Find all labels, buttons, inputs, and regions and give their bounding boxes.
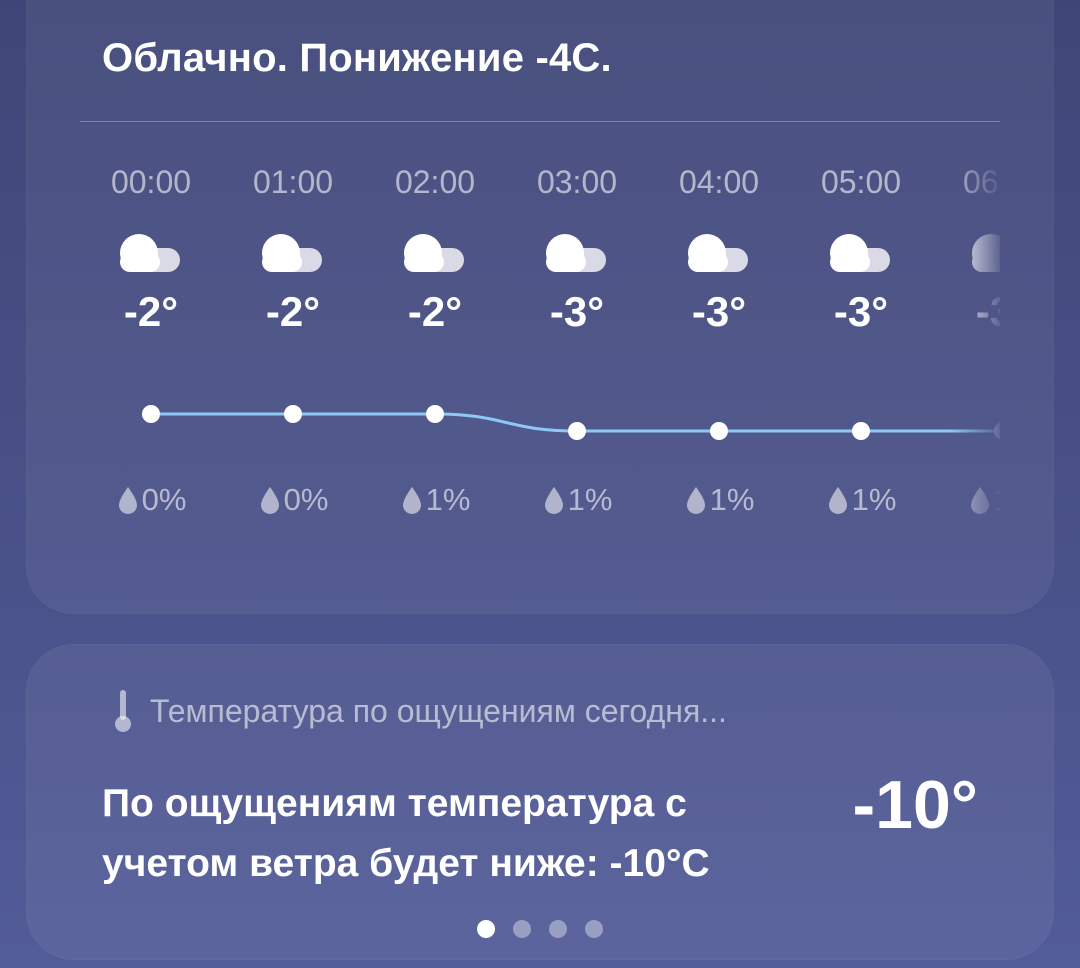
hour-temperature: -3° [975, 288, 1000, 335]
hour-time: 02:00 [394, 164, 476, 200]
hour-precipitation: 1% [932, 482, 1000, 518]
page-indicator[interactable] [26, 920, 1054, 938]
raindrop-icon [970, 487, 989, 514]
cloudy-icon [972, 234, 1000, 272]
cloudy-icon [688, 234, 748, 272]
precipitation-value: 1% [994, 482, 1000, 518]
raindrop-icon [402, 487, 421, 514]
hour-temperature: -2° [265, 288, 321, 335]
hour-column: 04:00 -3° 1% [648, 142, 790, 592]
forecast-summary: Облачно. Понижение -4С. [102, 36, 612, 80]
precipitation-value: 1% [425, 482, 471, 517]
feels-like-header: Температура по ощущениям сегодня... [112, 688, 727, 734]
cloudy-icon [830, 234, 890, 272]
precipitation-value: 1% [851, 482, 897, 517]
hour-temperature: -3° [549, 288, 605, 335]
hour-column: 03:00 -3° 1% [506, 142, 648, 592]
hour-temperature: -2° [123, 288, 179, 335]
feels-like-title: Температура по ощущениям сегодня... [150, 692, 727, 729]
hourly-forecast-card: Облачно. Понижение -4С. 00:00 -2° 0% 01:00 -… [26, 0, 1054, 614]
hour-time: 04:00 [678, 164, 760, 200]
cloudy-icon [120, 234, 180, 272]
raindrop-icon [544, 487, 563, 514]
hour-precipitation: 1% [506, 482, 648, 518]
hourly-scroll-strip[interactable]: 00:00 -2° 0% 01:00 -2° 0% 02:00 -2° 1% 03:00 -3° 1%… [80, 142, 1000, 592]
feels-like-card[interactable]: Температура по ощущениям сегодня... По о… [26, 644, 1054, 960]
hour-temperature: -3° [833, 288, 889, 335]
precipitation-value: 0% [141, 482, 187, 517]
raindrop-icon [828, 487, 847, 514]
raindrop-icon [260, 487, 279, 514]
raindrop-icon [118, 487, 137, 514]
hour-temperature: -3° [691, 288, 747, 335]
cloudy-icon [546, 234, 606, 272]
cloudy-icon [262, 234, 322, 272]
hour-time: 06:00 [962, 164, 1000, 200]
hour-column: 00:00 -2° 0% [80, 142, 222, 592]
hour-column: 05:00 -3° 1% [790, 142, 932, 592]
page-dot[interactable] [549, 920, 567, 938]
page-dot[interactable] [513, 920, 531, 938]
precipitation-value: 1% [567, 482, 613, 517]
hour-column: 01:00 -2° 0% [222, 142, 364, 592]
precipitation-value: 1% [709, 482, 755, 517]
divider [80, 121, 1000, 122]
page-dot[interactable] [585, 920, 603, 938]
hour-time: 00:00 [110, 164, 192, 200]
hour-temperature: -2° [407, 288, 463, 335]
raindrop-icon [686, 487, 705, 514]
hour-precipitation: 1% [648, 482, 790, 518]
thermometer-icon [115, 690, 131, 732]
hour-column: 06:00 -3° 1% [932, 142, 1000, 592]
hour-column: 02:00 -2° 1% [364, 142, 506, 592]
hour-time: 01:00 [252, 164, 334, 200]
hour-precipitation: 0% [80, 482, 222, 518]
feels-like-description: По ощущениям температура с учетом ветра … [102, 782, 710, 885]
feels-like-value: -10° [852, 767, 978, 843]
page-dot[interactable] [477, 920, 495, 938]
hour-time: 03:00 [536, 164, 618, 200]
hour-precipitation: 1% [364, 482, 506, 518]
hour-precipitation: 1% [790, 482, 932, 518]
hour-time: 05:00 [820, 164, 902, 200]
hour-precipitation: 0% [222, 482, 364, 518]
precipitation-value: 0% [283, 482, 329, 517]
cloudy-icon [404, 234, 464, 272]
